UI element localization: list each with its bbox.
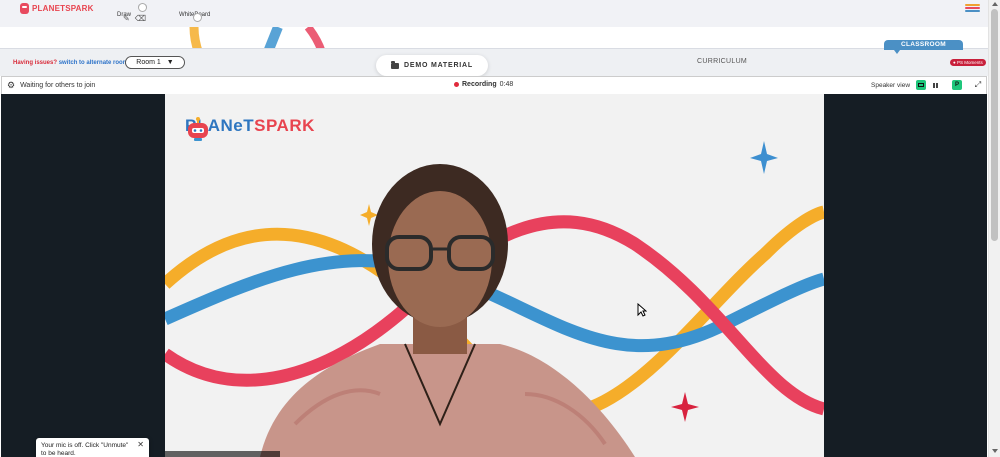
waiting-text: Waiting for others to join [20,82,96,89]
room-value: Room 1 [136,59,161,66]
mic-toast-message: Your mic is off. Click "Unmute" to be he… [41,442,129,457]
folder-icon [391,60,399,69]
demo-material-button[interactable]: DEMO MATERIAL [376,55,488,76]
demo-material-label: DEMO MATERIAL [404,62,473,69]
recording-dot-icon [454,82,459,87]
app-root: PLANETSPARK Draw ✎ ⌫ WhiteBoard Having [0,0,1000,457]
classroom-bar: Having issues? switch to alternate room … [0,40,988,76]
participant-avatar[interactable]: P [952,80,962,90]
hamburger-menu-icon[interactable] [965,4,980,12]
ps-moments-button[interactable]: ● PS Moments [950,59,986,66]
whiteboard-control: WhiteBoard [179,3,210,22]
robot-logo-icon [188,117,208,141]
presenter-figure [260,164,635,457]
close-icon[interactable]: ✕ [137,441,144,449]
recording-label: Recording [462,81,497,88]
planetspark-logo: PLANETSPARK [20,3,94,14]
scroll-down-arrow-icon[interactable] [992,449,998,453]
scroll-up-arrow-icon[interactable] [992,2,998,6]
draw-tools: ✎ ⌫ [123,14,146,23]
eraser-icon[interactable]: ⌫ [135,14,146,23]
brand-logo: PLANeTSPARK [185,116,315,141]
mouse-cursor-icon [637,303,647,317]
fullscreen-icon[interactable]: ⤢ [973,80,983,90]
scroll-thumb[interactable] [991,9,998,241]
red-sparkle-icon [671,392,699,422]
pencil-icon[interactable]: ✎ [123,14,130,23]
speaker-video: PLANeTSPARK [165,94,824,457]
room-select[interactable]: Room 1 ▼ [125,56,185,69]
brand-text-part2: SPARK [254,116,315,135]
top-app-bar: PLANETSPARK Draw ✎ ⌫ WhiteBoard [0,0,988,27]
blue-sparkle-icon [750,141,778,174]
logo-text: PLANETSPARK [32,4,94,13]
mic-off-toast: Your mic is off. Click "Unmute" to be he… [36,438,149,457]
whiteboard-toggle[interactable] [193,13,202,22]
background-waves [165,141,824,457]
draw-toggle[interactable] [138,3,147,12]
speaker-view-label: Speaker view [871,82,911,89]
alternate-room-link[interactable]: switch to alternate room [59,60,128,66]
meeting-toolbar: ⚙ Waiting for others to join Recording 0… [1,76,987,94]
dropdown-caret-icon: ▼ [166,59,174,66]
curriculum-tab[interactable]: CURRICULUM [697,58,747,65]
participant-name-strip [165,451,280,457]
draw-control: Draw ✎ ⌫ [117,3,147,23]
issues-notice: Having issues? switch to alternate room [13,60,128,66]
page-scrollbar[interactable] [988,0,1000,457]
gear-icon[interactable]: ⚙ [7,81,15,90]
recording-indicator: Recording 0:48 [454,81,513,88]
waiting-status: ⚙ Waiting for others to join [7,81,95,90]
gallery-view-icon[interactable] [931,80,941,90]
speaker-view-icon[interactable] [916,80,926,90]
robot-logo-icon [20,3,29,14]
ps-moments-label: PS Moments [956,60,983,65]
classroom-tab[interactable]: CLASSROOM [884,40,963,54]
recording-time: 0:48 [499,81,514,88]
video-stage: PLANeTSPARK [1,94,987,457]
issues-text: Having issues? [13,60,58,66]
